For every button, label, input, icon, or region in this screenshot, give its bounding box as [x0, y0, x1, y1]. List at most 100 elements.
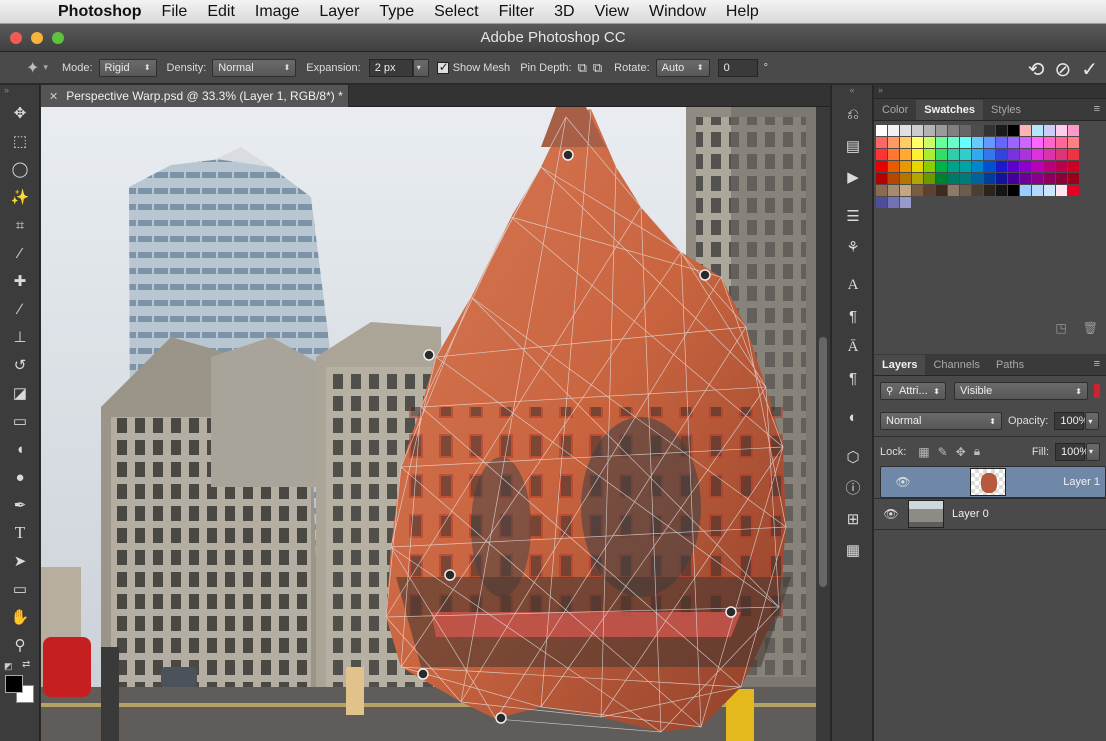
visibility-eye-icon[interactable]: 👁︎	[886, 475, 920, 489]
dock-collapse-icon[interactable]: «	[832, 85, 872, 99]
color-swatch[interactable]	[888, 185, 899, 196]
color-swatch[interactable]	[912, 173, 923, 184]
color-swatch[interactable]	[1044, 149, 1055, 160]
dodge-tool-icon[interactable]: ●	[0, 463, 40, 491]
pen-tool-icon[interactable]: ✒	[0, 491, 40, 519]
opacity-input[interactable]: 100%	[1054, 412, 1089, 430]
opacity-dropdown-button[interactable]: ▾	[1085, 412, 1100, 430]
tab-paths[interactable]: Paths	[988, 355, 1032, 375]
menu-select[interactable]: Select	[434, 3, 478, 21]
color-swatch[interactable]	[984, 185, 995, 196]
expand-panels-icon[interactable]: »	[878, 85, 883, 95]
menu-window[interactable]: Window	[649, 3, 706, 21]
color-swatch[interactable]	[936, 137, 947, 148]
character-panel-icon[interactable]: A	[832, 270, 874, 301]
color-swatch[interactable]	[876, 125, 887, 136]
blend-mode-select[interactable]: Normal ⬍	[880, 412, 1002, 430]
color-swatch[interactable]	[900, 173, 911, 184]
properties-panel-icon[interactable]: ▤	[832, 130, 874, 161]
brush-panel-icon[interactable]: ⚘	[832, 231, 874, 262]
show-mesh-checkbox[interactable]	[436, 60, 449, 74]
color-swatch[interactable]	[876, 173, 887, 184]
character-styles-panel-icon[interactable]: Ā	[832, 332, 874, 363]
document-tab[interactable]: ✕ Perspective Warp.psd @ 33.3% (Layer 1,…	[41, 85, 349, 107]
menu-file[interactable]: File	[162, 3, 188, 21]
gradient-tool-icon[interactable]: ▭	[0, 407, 40, 435]
color-swatch[interactable]	[1056, 173, 1067, 184]
rotate-select[interactable]: Auto ⬍	[655, 58, 710, 77]
menu-help[interactable]: Help	[726, 3, 759, 21]
color-swatch[interactable]	[948, 125, 959, 136]
menu-3d[interactable]: 3D	[554, 3, 574, 21]
default-colors-icon[interactable]: ◩	[4, 661, 13, 672]
color-swatch[interactable]	[936, 149, 947, 160]
color-swatch[interactable]	[1032, 161, 1043, 172]
adjustments-panel-icon[interactable]: ◐	[832, 402, 874, 433]
hand-tool-icon[interactable]: ✋	[0, 603, 40, 631]
color-swatch[interactable]	[972, 185, 983, 196]
color-swatch[interactable]	[996, 149, 1007, 160]
color-swatch[interactable]	[984, 161, 995, 172]
trash-icon[interactable]: 🗑︎	[1083, 321, 1098, 335]
color-swatch[interactable]	[888, 161, 899, 172]
zoom-tool-icon[interactable]: ⚲	[0, 631, 40, 659]
color-swatch[interactable]	[984, 125, 995, 136]
color-swatch[interactable]	[1032, 173, 1043, 184]
expansion-dropdown-button[interactable]: ▾	[412, 58, 429, 77]
color-swatch[interactable]	[1020, 185, 1031, 196]
color-swatch[interactable]	[1068, 125, 1079, 136]
history-brush-tool-icon[interactable]: ↺	[0, 351, 40, 379]
menu-layer[interactable]: Layer	[319, 3, 359, 21]
color-swatch[interactable]	[912, 161, 923, 172]
color-swatch[interactable]	[888, 149, 899, 160]
color-swatch[interactable]	[912, 125, 923, 136]
color-swatch[interactable]	[1044, 185, 1055, 196]
swap-colors-icon[interactable]: ⇄	[22, 659, 30, 670]
blur-tool-icon[interactable]: ◖	[0, 435, 40, 463]
color-swatch[interactable]	[1056, 185, 1067, 196]
send-pin-backward-icon[interactable]: ⧉	[593, 60, 602, 76]
color-swatch[interactable]	[936, 161, 947, 172]
tab-color[interactable]: Color	[874, 100, 916, 120]
panel-menu-icon[interactable]: ≡	[1094, 358, 1100, 370]
color-swatch[interactable]	[1032, 137, 1043, 148]
color-swatch[interactable]	[972, 137, 983, 148]
color-swatch[interactable]	[960, 161, 971, 172]
close-tab-icon[interactable]: ✕	[49, 90, 58, 103]
lock-transparent-icon[interactable]: ▦	[918, 445, 929, 459]
fill-dropdown-button[interactable]: ▾	[1086, 442, 1100, 461]
color-swatch[interactable]	[900, 197, 911, 208]
menu-type[interactable]: Type	[379, 3, 414, 21]
color-swatch[interactable]	[1068, 185, 1079, 196]
tool-preset-chevron-icon[interactable]: ▾	[43, 62, 48, 73]
color-swatch[interactable]	[1008, 149, 1019, 160]
color-swatch[interactable]	[1008, 173, 1019, 184]
eyedropper-tool-icon[interactable]: ⁄	[0, 239, 40, 267]
paragraph-styles-panel-icon[interactable]: ¶	[832, 363, 874, 394]
lock-position-icon[interactable]: ✥	[956, 445, 966, 459]
color-swatch[interactable]	[936, 173, 947, 184]
commit-checkmark-icon[interactable]: ✓	[1081, 57, 1098, 82]
layer-row-layer-1[interactable]: 👁︎ Layer 1	[880, 466, 1106, 498]
color-swatch[interactable]	[936, 125, 947, 136]
brush-tool-icon[interactable]: ∕	[0, 295, 40, 323]
color-swatch[interactable]	[924, 185, 935, 196]
color-swatch[interactable]	[1044, 125, 1055, 136]
measurement-log-panel-icon[interactable]: ⊞	[832, 503, 874, 534]
color-swatch[interactable]	[960, 125, 971, 136]
magic-wand-tool-icon[interactable]: ✨	[0, 183, 40, 211]
lock-all-icon[interactable]: 🔒︎	[974, 444, 980, 459]
color-swatch[interactable]	[1020, 125, 1031, 136]
color-swatch[interactable]	[960, 137, 971, 148]
color-swatch[interactable]	[1008, 125, 1019, 136]
menu-filter[interactable]: Filter	[499, 3, 535, 21]
clone-stamp-tool-icon[interactable]: ⊥	[0, 323, 40, 351]
menu-image[interactable]: Image	[255, 3, 299, 21]
color-swatch[interactable]	[900, 161, 911, 172]
color-swatch[interactable]	[876, 197, 887, 208]
move-tool-icon[interactable]: ✥	[0, 99, 40, 127]
color-swatch[interactable]	[984, 173, 995, 184]
color-swatch[interactable]	[936, 185, 947, 196]
color-swatch[interactable]	[948, 149, 959, 160]
color-swatch[interactable]	[972, 149, 983, 160]
